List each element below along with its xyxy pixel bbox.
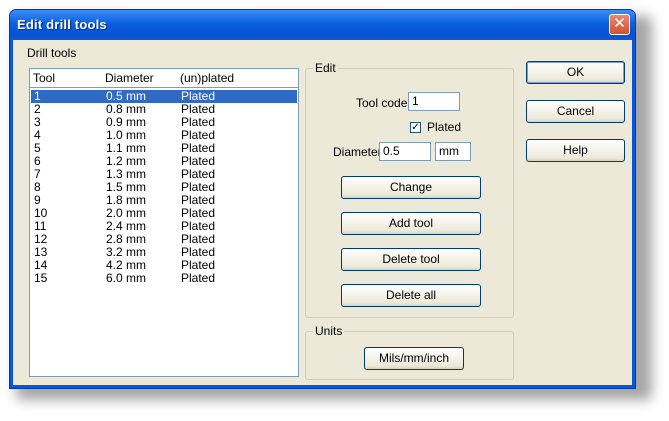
list-item[interactable]: 1 0.5 mm Plated <box>31 90 297 103</box>
close-button[interactable]: ✕ <box>609 14 630 35</box>
edit-group: Edit Tool code 1 ✓ Plated Diameter 0.5 m… <box>305 61 514 318</box>
diameter-label: Diameter <box>333 145 382 159</box>
add-tool-button-label: Add tool <box>388 216 434 230</box>
ok-button-label: OK <box>566 65 585 79</box>
cancel-button-label: Cancel <box>556 104 595 118</box>
list-item[interactable]: 7 1.3 mm Plated <box>31 168 297 181</box>
list-item[interactable]: 6 1.2 mm Plated <box>31 155 297 168</box>
ok-button[interactable]: OK <box>526 61 625 84</box>
list-rows: 1 0.5 mm Plated 2 0.8 mm Plated 3 0.9 mm Plated 4… <box>31 90 297 285</box>
plated-checkbox[interactable]: ✓ <box>410 122 421 133</box>
help-button-label: Help <box>563 143 588 157</box>
diameter-input[interactable]: 0.5 <box>379 142 431 161</box>
drill-tools-label: Drill tools <box>27 46 77 60</box>
change-button-label: Change <box>389 180 433 194</box>
plated-label: Plated <box>427 120 462 134</box>
column-header-plated: (un)plated <box>180 71 235 85</box>
dialog-window: Edit drill tools ✕ Drill tools Tool Diam… <box>9 9 636 389</box>
list-header: Tool Diameter (un)plated <box>30 69 298 88</box>
drill-tools-list[interactable]: Tool Diameter (un)plated 1 0.5 mm Plated 2 0… <box>29 68 299 377</box>
delete-tool-button[interactable]: Delete tool <box>341 248 481 271</box>
delete-all-button-label: Delete all <box>385 288 437 302</box>
unit-select[interactable]: mm <box>435 142 471 161</box>
list-item[interactable]: 10 2.0 mm Plated <box>31 207 297 220</box>
list-item[interactable]: 15 6.0 mm Plated <box>31 272 297 285</box>
list-item[interactable]: 9 1.8 mm Plated <box>31 194 297 207</box>
list-item[interactable]: 12 2.8 mm Plated <box>31 233 297 246</box>
list-item[interactable]: 5 1.1 mm Plated <box>31 142 297 155</box>
checkmark-icon: ✓ <box>411 122 420 133</box>
list-item[interactable]: 13 3.2 mm Plated <box>31 246 297 259</box>
tool-cell: 15 <box>34 271 48 285</box>
change-button[interactable]: Change <box>341 176 481 199</box>
list-item[interactable]: 2 0.8 mm Plated <box>31 103 297 116</box>
tool-code-input[interactable]: 1 <box>408 92 460 111</box>
list-item[interactable]: 14 4.2 mm Plated <box>31 259 297 272</box>
column-header-tool: Tool <box>33 71 56 85</box>
edit-group-label: Edit <box>313 61 338 75</box>
plated-cell: Plated <box>181 271 216 285</box>
list-item[interactable]: 4 1.0 mm Plated <box>31 129 297 142</box>
units-toggle-button-label: Mils/mm/inch <box>378 351 449 365</box>
units-group-label: Units <box>313 324 345 338</box>
cancel-button[interactable]: Cancel <box>526 100 625 123</box>
units-toggle-button[interactable]: Mils/mm/inch <box>364 347 464 370</box>
dialog-body: Drill tools Tool Diameter (un)plated 1 0.… <box>13 40 632 385</box>
delete-tool-button-label: Delete tool <box>382 252 440 266</box>
list-item[interactable]: 3 0.9 mm Plated <box>31 116 297 129</box>
add-tool-button[interactable]: Add tool <box>341 212 481 235</box>
title-bar[interactable]: Edit drill tools ✕ <box>10 10 635 40</box>
help-button[interactable]: Help <box>526 139 625 162</box>
window-title: Edit drill tools <box>17 17 107 32</box>
diameter-cell: 6.0 mm <box>106 271 147 285</box>
list-item[interactable]: 8 1.5 mm Plated <box>31 181 297 194</box>
delete-all-button[interactable]: Delete all <box>341 284 481 307</box>
units-group: Units Mils/mm/inch <box>305 324 514 380</box>
close-icon: ✕ <box>613 15 626 32</box>
tool-code-label: Tool code <box>356 96 408 110</box>
column-header-diameter: Diameter <box>105 71 154 85</box>
list-item[interactable]: 11 2.4 mm Plated <box>31 220 297 233</box>
